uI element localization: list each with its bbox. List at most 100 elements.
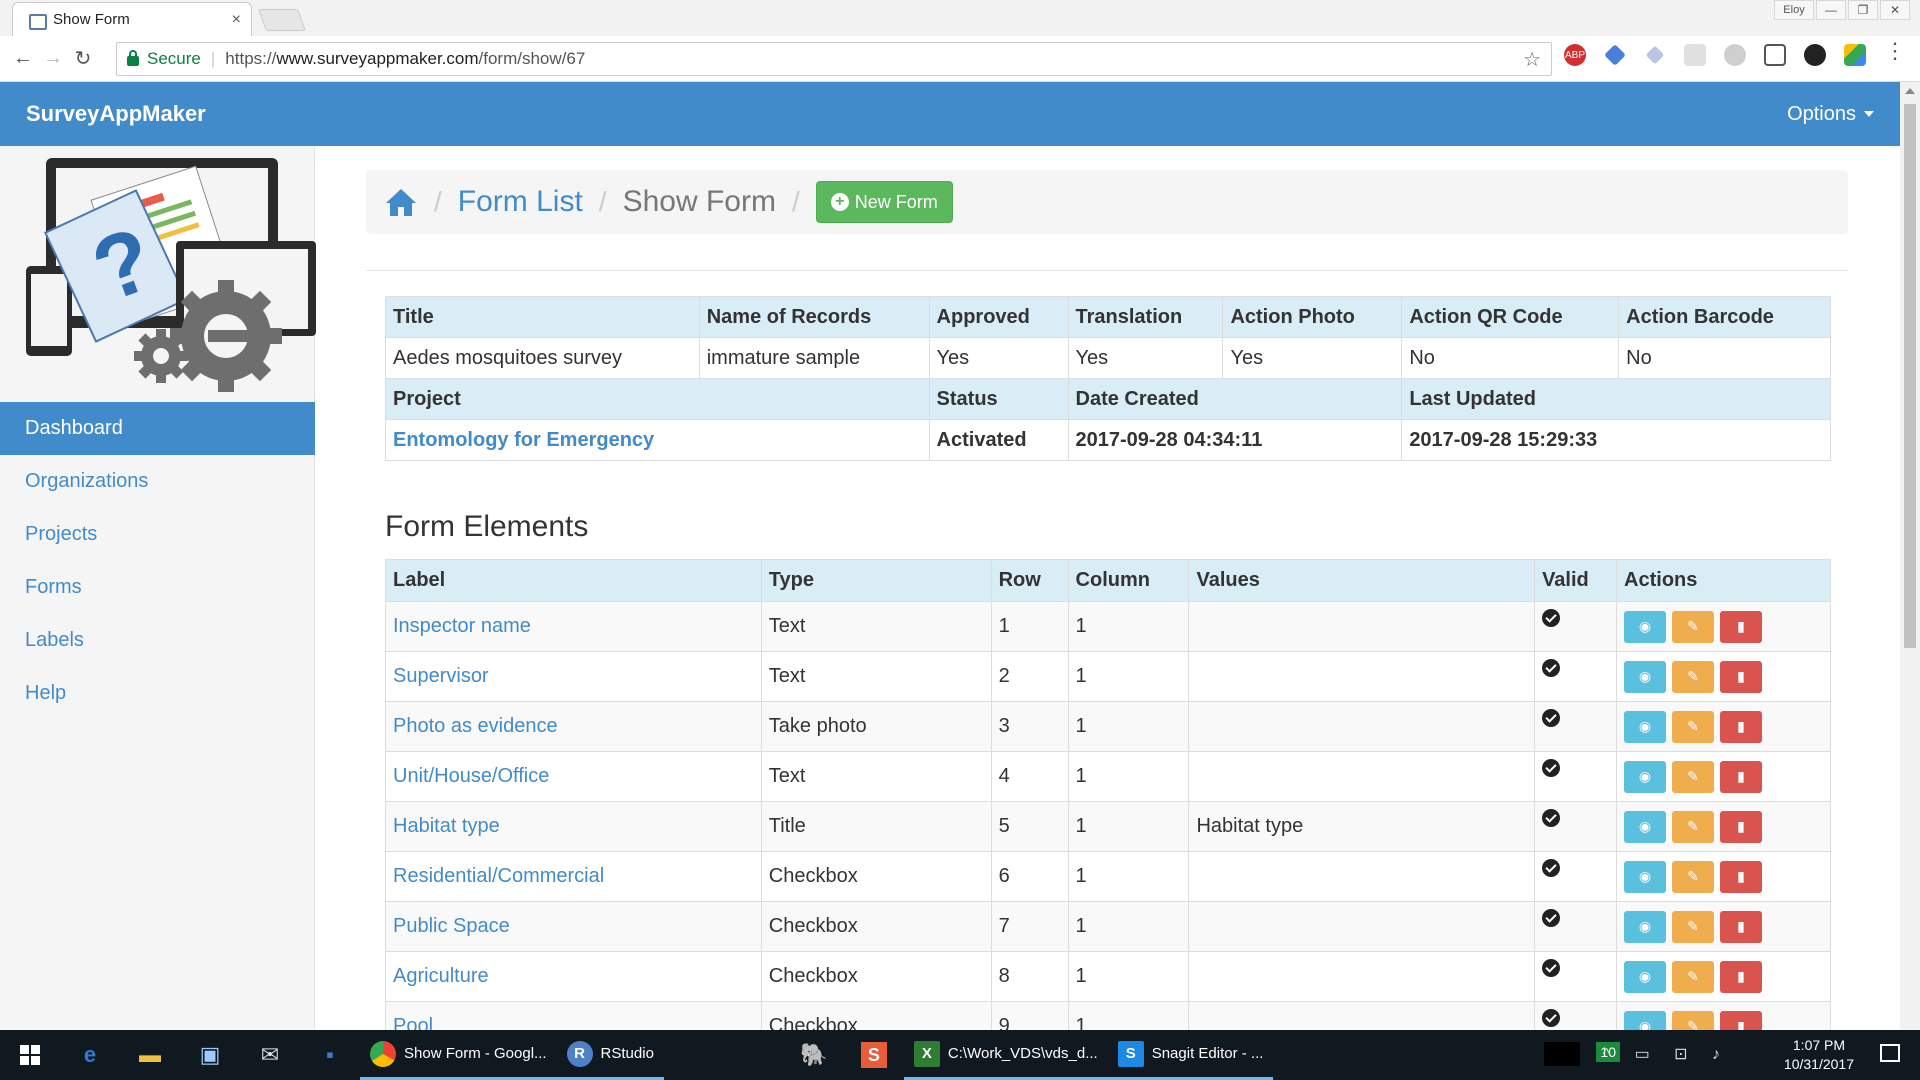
- edit-button[interactable]: ✎: [1672, 610, 1715, 643]
- file-explorer-icon[interactable]: ▬: [120, 1030, 180, 1080]
- view-button[interactable]: ◉: [1624, 910, 1667, 943]
- notifications-icon[interactable]: [1880, 1044, 1900, 1062]
- taskbar-clock[interactable]: 1:07 PM 10/31/2017: [1784, 1036, 1854, 1074]
- delete-button[interactable]: ▮: [1720, 660, 1763, 693]
- value-status: Activated: [928, 419, 1069, 461]
- element-label-link[interactable]: Public Space: [393, 915, 510, 937]
- view-button[interactable]: ◉: [1624, 610, 1667, 643]
- breadcrumb-form-list-link[interactable]: Form List: [458, 185, 583, 219]
- extension-dark-icon[interactable]: [1804, 44, 1826, 66]
- sidebar-item-help[interactable]: Help: [0, 667, 315, 720]
- sidebar-item-labels[interactable]: Labels: [0, 614, 315, 667]
- delete-button[interactable]: ▮: [1720, 710, 1763, 743]
- view-button[interactable]: ◉: [1624, 660, 1667, 693]
- extension-blue-icon[interactable]: [1604, 44, 1626, 66]
- scroll-up-icon[interactable]: [1905, 88, 1915, 94]
- google-drive-icon[interactable]: [1844, 44, 1866, 66]
- page-scrollbar[interactable]: [1900, 82, 1920, 1030]
- delete-button[interactable]: ▮: [1720, 910, 1763, 943]
- view-button[interactable]: ◉: [1624, 810, 1667, 843]
- form-info-header-row-2: Project Status Date Created Last Updated: [385, 378, 1831, 420]
- note-icon[interactable]: [1684, 44, 1706, 66]
- shield-icon[interactable]: [1724, 44, 1746, 66]
- taskbar-app-spreadsheet[interactable]: X C:\Work_VDS\vds_d...: [903, 1030, 1108, 1080]
- taskbar-app-snagit[interactable]: S Snagit Editor - ...: [1107, 1030, 1274, 1080]
- taskbar-app-chrome[interactable]: Show Form - Googl...: [360, 1030, 557, 1080]
- element-label-link[interactable]: Photo as evidence: [393, 715, 558, 737]
- windows-start-button[interactable]: [0, 1030, 60, 1080]
- sidebar-item-dashboard[interactable]: Dashboard: [0, 402, 315, 455]
- browser-menu-icon[interactable]: ⋮: [1884, 40, 1906, 62]
- dropbox-icon[interactable]: [1645, 45, 1665, 65]
- spreadsheet-icon: X: [913, 1040, 940, 1067]
- delete-button[interactable]: ▮: [1720, 760, 1763, 793]
- minimize-icon[interactable]: —: [1816, 0, 1846, 20]
- form-info-value-row-2: Entomology for Emergency Activated 2017-…: [385, 419, 1831, 461]
- view-button[interactable]: ◉: [1624, 760, 1667, 793]
- header-translation: Translation: [1067, 296, 1224, 338]
- view-button[interactable]: ◉: [1624, 860, 1667, 893]
- row-actions: ◉ ✎ ▮: [1624, 760, 1823, 793]
- delete-button[interactable]: ▮: [1720, 810, 1763, 843]
- sidebar-item-forms[interactable]: Forms: [0, 561, 315, 614]
- save-disk-icon[interactable]: ▪: [300, 1030, 360, 1080]
- home-icon[interactable]: [384, 187, 418, 217]
- new-form-button[interactable]: + New Form: [815, 181, 953, 223]
- delete-button[interactable]: ▮: [1720, 610, 1763, 643]
- header-action-photo: Action Photo: [1222, 296, 1403, 338]
- delete-button[interactable]: ▮: [1720, 860, 1763, 893]
- tab-close-icon[interactable]: ×: [232, 11, 241, 29]
- forward-icon[interactable]: →: [38, 47, 68, 70]
- new-tab-button[interactable]: [257, 9, 307, 31]
- trash-icon: ▮: [1737, 918, 1745, 934]
- edit-button[interactable]: ✎: [1672, 660, 1715, 693]
- edit-button[interactable]: ✎: [1672, 810, 1715, 843]
- address-bar[interactable]: Secure | https://www.surveyappmaker.com/…: [116, 42, 1552, 76]
- snagit-capture-icon[interactable]: S: [844, 1030, 904, 1080]
- sidebar-item-projects[interactable]: Projects: [0, 508, 315, 561]
- element-column: 1: [1067, 951, 1190, 1002]
- element-label-link[interactable]: Agriculture: [393, 965, 489, 987]
- user-profile-badge[interactable]: Eloy: [1774, 0, 1814, 20]
- element-label-link[interactable]: Unit/House/Office: [393, 765, 549, 787]
- chrome-icon: [370, 1040, 396, 1067]
- reload-icon[interactable]: ↻: [68, 46, 98, 71]
- cast-icon[interactable]: [1764, 44, 1786, 66]
- element-values: [1188, 901, 1536, 952]
- brand-logo-text[interactable]: SurveyAppMaker: [26, 101, 206, 127]
- delete-button[interactable]: ▮: [1720, 960, 1763, 993]
- edge-icon[interactable]: e: [60, 1030, 120, 1080]
- element-label-link[interactable]: Inspector name: [393, 615, 531, 637]
- browser-tab-show-form[interactable]: Show Form ×: [12, 2, 252, 36]
- postgres-icon[interactable]: 🐘: [784, 1030, 844, 1080]
- edit-button[interactable]: ✎: [1672, 910, 1715, 943]
- store-icon[interactable]: ▣: [180, 1030, 240, 1080]
- view-button[interactable]: ◉: [1624, 710, 1667, 743]
- system-tray-icons[interactable]: ^ ▭ ⊡ ♪: [1603, 1044, 1730, 1064]
- options-dropdown[interactable]: Options: [1787, 103, 1874, 126]
- mail-icon[interactable]: ✉: [240, 1030, 300, 1080]
- scrollbar-thumb[interactable]: [1904, 104, 1916, 648]
- rstudio-icon: R: [566, 1040, 593, 1067]
- element-type: Title: [760, 801, 992, 852]
- sidebar-item-organizations[interactable]: Organizations: [0, 455, 315, 508]
- edit-button[interactable]: ✎: [1672, 860, 1715, 893]
- restore-icon[interactable]: ❐: [1848, 0, 1878, 20]
- tray-app-icon[interactable]: [1544, 1042, 1580, 1066]
- project-link[interactable]: Entomology for Emergency: [393, 429, 654, 451]
- view-button[interactable]: ◉: [1624, 960, 1667, 993]
- element-label-link[interactable]: Residential/Commercial: [393, 865, 604, 887]
- element-row: 1: [990, 601, 1069, 652]
- element-label-link[interactable]: Habitat type: [393, 815, 500, 837]
- value-action-qr-code: No: [1401, 337, 1620, 379]
- back-icon[interactable]: ←: [8, 47, 38, 70]
- close-window-icon[interactable]: ✕: [1880, 0, 1910, 20]
- bookmark-star-icon[interactable]: ☆: [1523, 47, 1541, 72]
- edit-button[interactable]: ✎: [1672, 760, 1715, 793]
- element-label-link[interactable]: Supervisor: [393, 665, 489, 687]
- edit-button[interactable]: ✎: [1672, 710, 1715, 743]
- edit-button[interactable]: ✎: [1672, 960, 1715, 993]
- url-text: https://www.surveyappmaker.com/form/show…: [225, 49, 586, 68]
- taskbar-app-rstudio[interactable]: R RStudio: [556, 1030, 664, 1080]
- adblock-icon[interactable]: ABP: [1564, 44, 1586, 66]
